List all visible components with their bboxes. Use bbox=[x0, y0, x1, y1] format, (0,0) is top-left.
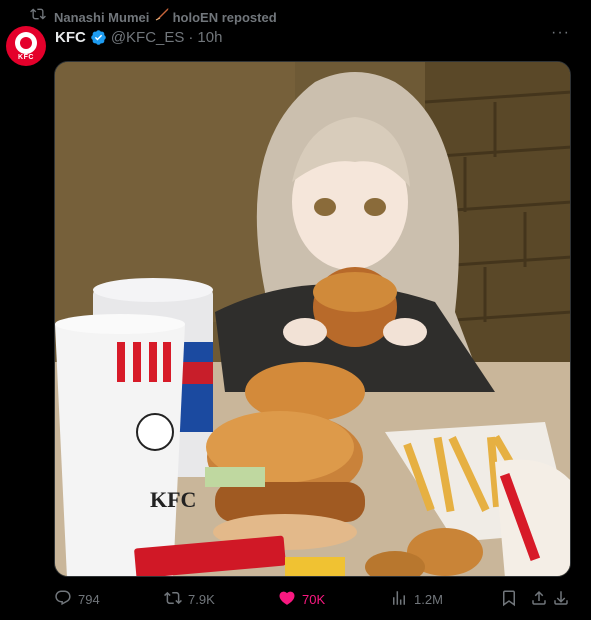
bookmark-icon bbox=[500, 589, 518, 610]
verified-badge-icon[interactable] bbox=[90, 29, 107, 46]
repost-action-label: reposted bbox=[221, 9, 277, 25]
reply-button[interactable]: 794 bbox=[54, 589, 100, 610]
tweet-header: KFC @KFC_ES · 10h bbox=[55, 27, 222, 47]
anime-girl-kfc-meal-illustration: KFC bbox=[55, 62, 570, 576]
repost-icon bbox=[30, 6, 46, 25]
colonel-sanders-logo-icon bbox=[15, 32, 37, 54]
repost-count: 7.9K bbox=[188, 592, 215, 607]
repost-context[interactable]: Nanashi Mumei holoEN reposted bbox=[30, 6, 277, 25]
repost-button[interactable]: 7.9K bbox=[164, 589, 215, 610]
repost-action-icon bbox=[164, 589, 182, 610]
tweet-actions-bar: 794 7.9K 70K 1.2M bbox=[54, 589, 571, 611]
more-options-icon[interactable]: ··· bbox=[551, 25, 569, 46]
like-count: 70K bbox=[302, 592, 326, 607]
reply-count: 794 bbox=[78, 592, 100, 607]
tweet-timestamp[interactable]: 10h bbox=[197, 29, 222, 46]
views-count: 1.2M bbox=[414, 592, 443, 607]
cup-kfc-logo: KFC bbox=[150, 487, 196, 512]
user-handle[interactable]: @KFC_ES bbox=[111, 29, 185, 46]
share-icon bbox=[530, 589, 548, 610]
like-button[interactable]: 70K bbox=[278, 589, 325, 610]
download-icon bbox=[552, 589, 570, 610]
bar-chart-icon bbox=[390, 589, 408, 610]
share-button[interactable] bbox=[530, 589, 548, 610]
avatar-logo-text: KFC bbox=[18, 54, 34, 61]
bookmark-button[interactable] bbox=[500, 589, 518, 610]
repost-org-name[interactable]: holoEN bbox=[173, 10, 219, 25]
kfc-avatar[interactable]: KFC bbox=[6, 26, 46, 66]
display-name[interactable]: KFC bbox=[55, 29, 86, 46]
heart-filled-icon bbox=[278, 589, 296, 610]
views-button[interactable]: 1.2M bbox=[390, 589, 443, 610]
reply-icon bbox=[54, 589, 72, 610]
download-button[interactable] bbox=[552, 589, 570, 610]
tweet-media-image[interactable]: KFC bbox=[54, 61, 571, 577]
repost-user-name[interactable]: Nanashi Mumei bbox=[54, 10, 149, 25]
quill-feather-icon bbox=[154, 6, 169, 21]
header-separator: · bbox=[188, 28, 194, 46]
